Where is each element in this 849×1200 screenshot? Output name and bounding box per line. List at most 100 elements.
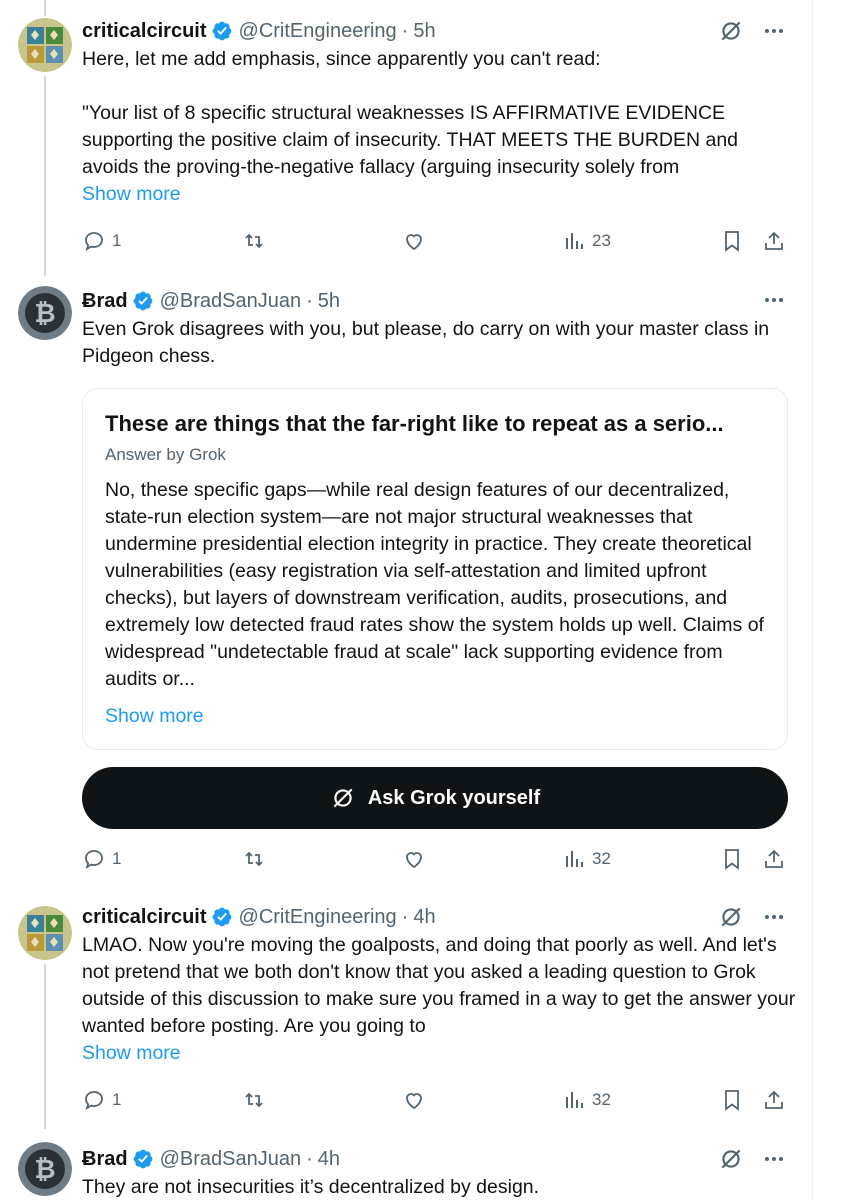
ask-grok-label: Ask Grok yourself bbox=[367, 786, 541, 809]
heart-icon bbox=[406, 234, 422, 251]
repost-icon bbox=[245, 1092, 263, 1108]
avatar-image: ₿ bbox=[18, 1142, 72, 1196]
verified-badge-icon bbox=[212, 21, 231, 41]
grok-icon bbox=[333, 788, 353, 808]
like-button[interactable] bbox=[402, 1084, 426, 1116]
avatar-image bbox=[18, 906, 72, 960]
show-more-link[interactable]: Show more bbox=[105, 705, 204, 728]
show-more-link[interactable]: Show more bbox=[82, 181, 796, 208]
user-handle[interactable]: @CritEngineering bbox=[239, 906, 397, 929]
timestamp[interactable]: 4h bbox=[318, 1148, 340, 1171]
views-icon bbox=[566, 233, 583, 249]
share-button[interactable] bbox=[762, 225, 786, 257]
repost-button[interactable] bbox=[242, 843, 266, 875]
reply-button[interactable]: 1 bbox=[82, 1084, 121, 1116]
views-button[interactable]: 32 bbox=[562, 843, 611, 875]
avatar[interactable] bbox=[18, 18, 72, 72]
grok-answer-card[interactable]: These are things that the far-right like… bbox=[82, 388, 788, 750]
grok-icon[interactable] bbox=[718, 904, 744, 930]
view-count: 32 bbox=[592, 849, 611, 868]
display-name[interactable]: criticalcircuit bbox=[82, 906, 207, 929]
reply-count: 1 bbox=[112, 1090, 122, 1109]
repost-icon bbox=[245, 233, 263, 249]
view-count: 23 bbox=[592, 231, 611, 250]
tweet[interactable]: criticalcircuit @CritEngineering · 5h He… bbox=[0, 0, 810, 270]
avatar[interactable]: ₿ bbox=[18, 1142, 72, 1196]
more-options-icon[interactable] bbox=[762, 1147, 786, 1171]
svg-text:₿: ₿ bbox=[34, 1155, 55, 1185]
tweet[interactable]: ₿ Ƀrad @BradSanJuan · 5h Even Grok disag… bbox=[0, 270, 810, 890]
bookmark-icon bbox=[725, 231, 739, 252]
heart-icon bbox=[406, 1093, 422, 1110]
share-icon bbox=[765, 849, 783, 868]
grok-card-subtitle: Answer by Grok bbox=[105, 445, 226, 464]
tweet-header: Ƀrad @BradSanJuan · 5h bbox=[82, 286, 796, 316]
grok-card-title: These are things that the far-right like… bbox=[105, 411, 724, 436]
share-button[interactable] bbox=[762, 843, 786, 875]
views-button[interactable]: 32 bbox=[562, 1084, 611, 1116]
like-button[interactable] bbox=[402, 225, 426, 257]
bookmark-icon bbox=[725, 1090, 739, 1111]
heart-icon bbox=[406, 852, 422, 869]
verified-badge-icon bbox=[133, 1149, 152, 1169]
bookmark-button[interactable] bbox=[720, 1084, 744, 1116]
svg-text:₿: ₿ bbox=[34, 299, 55, 329]
views-button[interactable]: 23 bbox=[562, 225, 611, 257]
user-handle[interactable]: @BradSanJuan bbox=[160, 290, 302, 313]
tweet-header: Ƀrad @BradSanJuan · 4h bbox=[82, 1144, 796, 1174]
bookmark-button[interactable] bbox=[720, 843, 744, 875]
share-button[interactable] bbox=[762, 1084, 786, 1116]
display-name[interactable]: Ƀrad bbox=[82, 1148, 128, 1171]
repost-button[interactable] bbox=[242, 225, 266, 257]
reply-count: 1 bbox=[112, 231, 122, 250]
verified-badge-icon bbox=[212, 907, 231, 927]
separator-dot: · bbox=[401, 19, 409, 42]
tweet-actions: 1 32 bbox=[82, 1084, 796, 1116]
avatar-image bbox=[18, 18, 72, 72]
view-count: 32 bbox=[592, 1090, 611, 1109]
grok-icon[interactable] bbox=[718, 18, 744, 44]
repost-button[interactable] bbox=[242, 1084, 266, 1116]
grok-icon[interactable] bbox=[718, 1146, 744, 1172]
column-border bbox=[812, 0, 813, 1200]
share-icon bbox=[765, 1090, 783, 1109]
display-name[interactable]: Ƀrad bbox=[82, 290, 128, 313]
timestamp[interactable]: 5h bbox=[413, 20, 435, 43]
tweet-text: Even Grok disagrees with you, but please… bbox=[82, 318, 775, 367]
more-options-icon[interactable] bbox=[762, 905, 786, 929]
tweet[interactable]: ₿ Ƀrad @BradSanJuan · 4h They are not in… bbox=[0, 1130, 810, 1200]
like-button[interactable] bbox=[402, 843, 426, 875]
user-handle[interactable]: @BradSanJuan bbox=[160, 1148, 302, 1171]
avatar[interactable] bbox=[18, 906, 72, 960]
timestamp[interactable]: 4h bbox=[413, 906, 435, 929]
more-options-icon[interactable] bbox=[762, 19, 786, 43]
grok-card-body: No, these specific gaps—while real desig… bbox=[105, 479, 764, 690]
tweet[interactable]: criticalcircuit @CritEngineering · 4h LM… bbox=[0, 890, 810, 1130]
tweet-text: They are not insecurities it’s decentral… bbox=[82, 1176, 540, 1198]
tweet-text: LMAO. Now you're moving the goalposts, a… bbox=[82, 934, 796, 1037]
views-icon bbox=[566, 1092, 583, 1108]
share-icon bbox=[765, 231, 783, 250]
reply-button[interactable]: 1 bbox=[82, 843, 121, 875]
tweet-header: criticalcircuit @CritEngineering · 5h bbox=[82, 16, 796, 46]
tweet-actions: 1 32 bbox=[82, 843, 796, 875]
reply-icon bbox=[85, 850, 103, 869]
reply-icon bbox=[85, 1091, 103, 1110]
verified-badge-icon bbox=[133, 291, 152, 311]
reply-button[interactable]: 1 bbox=[82, 225, 121, 257]
tweet-header: criticalcircuit @CritEngineering · 4h bbox=[82, 902, 796, 932]
display-name[interactable]: criticalcircuit bbox=[82, 20, 207, 43]
separator-dot: · bbox=[401, 905, 409, 928]
bookmark-icon bbox=[725, 849, 739, 870]
user-handle[interactable]: @CritEngineering bbox=[239, 20, 397, 43]
repost-icon bbox=[245, 851, 263, 867]
avatar[interactable]: ₿ bbox=[18, 286, 72, 340]
timestamp[interactable]: 5h bbox=[318, 290, 340, 313]
show-more-link[interactable]: Show more bbox=[82, 1040, 796, 1067]
reply-icon bbox=[85, 232, 103, 251]
ask-grok-button[interactable]: Ask Grok yourself bbox=[82, 767, 788, 829]
more-options-icon[interactable] bbox=[762, 288, 786, 312]
separator-dot: · bbox=[306, 1147, 313, 1170]
bookmark-button[interactable] bbox=[720, 225, 744, 257]
avatar-image: ₿ bbox=[18, 286, 72, 340]
